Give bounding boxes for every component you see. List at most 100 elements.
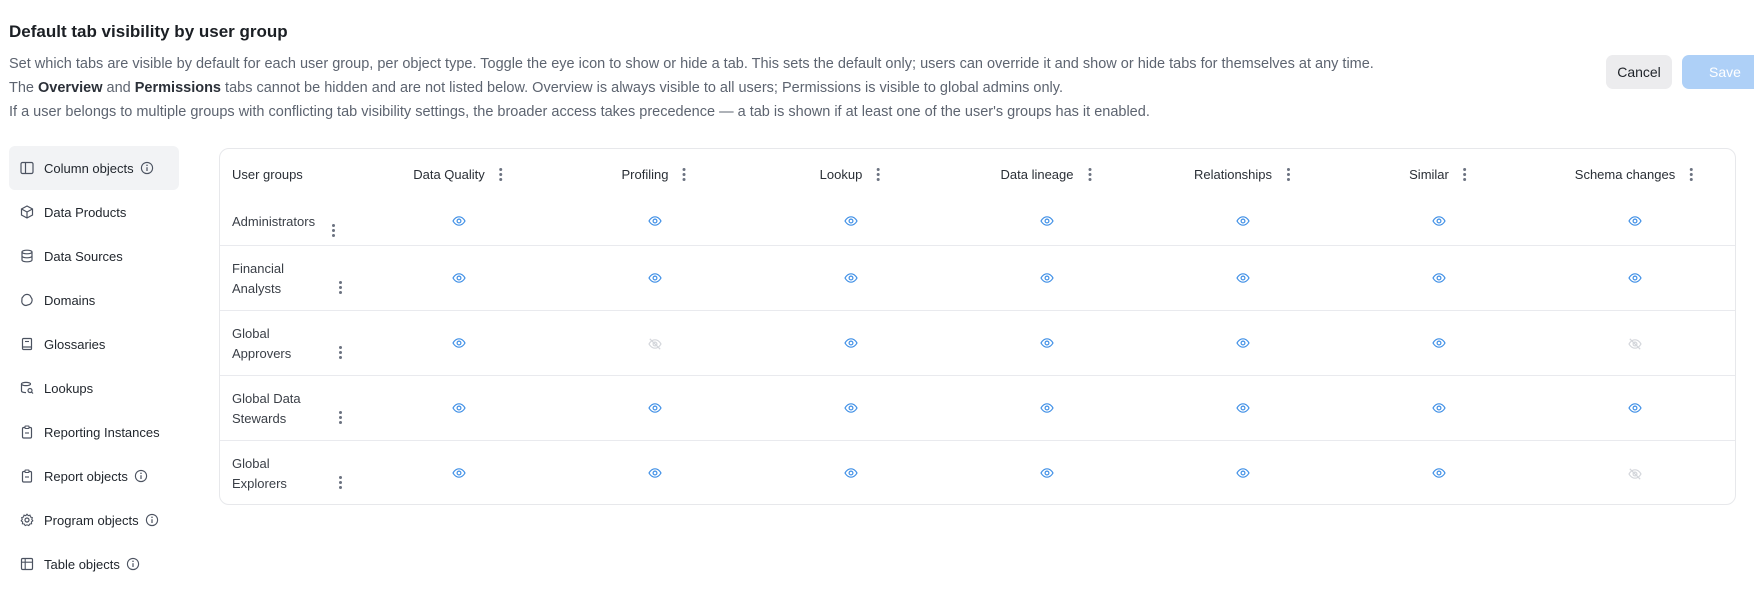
eye-icon[interactable] [1236,216,1252,228]
sidebar-item-data-products[interactable]: Data Products [9,190,179,234]
eye-icon[interactable] [1236,402,1252,415]
eye-icon[interactable] [1432,337,1448,350]
eye-icon[interactable] [452,402,468,415]
eye-off-icon[interactable] [648,337,664,350]
column-menu-button[interactable] [495,166,507,182]
eye-icon[interactable] [452,272,468,285]
column-header-schema-changes: Schema changes [1575,149,1697,199]
sidebar-item-glossaries[interactable]: Glossaries [9,322,179,366]
desc-text: tabs cannot be hidden and are not listed… [221,80,1063,96]
sidebar-item-label: Report objects [44,468,128,484]
eye-icon[interactable] [452,216,468,228]
column-header-label: Similar [1409,166,1449,182]
gear-icon [19,512,35,528]
group-menu-button[interactable] [327,223,339,239]
table-row: Global Explorers [220,440,1735,505]
package-icon [19,204,35,220]
clipboard-icon [19,468,35,484]
column-header-label: Data lineage [1000,166,1074,182]
group-name-line: Global [232,455,270,471]
eye-icon[interactable] [1040,402,1056,415]
group-menu-button[interactable] [334,279,346,295]
eye-icon[interactable] [1236,272,1252,285]
table-icon [19,556,35,572]
sidebar-item-report-objects[interactable]: Report objects [9,454,179,498]
column-menu-button[interactable] [678,166,690,182]
domain-icon [19,292,35,308]
eye-icon[interactable] [844,216,860,228]
eye-icon[interactable] [1040,272,1056,285]
eye-icon[interactable] [648,272,664,285]
group-menu-button[interactable] [334,344,346,360]
description-line-3: If a user belongs to multiple groups wit… [9,104,1150,120]
sidebar-item-column-objects[interactable]: Column objects [9,146,179,190]
eye-off-icon[interactable] [1628,337,1644,350]
group-name-line: Stewards [232,410,287,426]
group-menu-button[interactable] [334,409,346,425]
eye-icon[interactable] [1236,337,1252,350]
column-menu-button[interactable] [1685,166,1697,182]
info-icon[interactable] [140,161,154,175]
user-groups-header-label: User groups [232,166,303,182]
sidebar-item-domains[interactable]: Domains [9,278,179,322]
column-header-relationships: Relationships [1194,149,1294,199]
column-menu-button[interactable] [1282,166,1294,182]
group-name: Global Approvers [232,324,291,364]
column-header-label: Schema changes [1574,166,1676,182]
eye-icon[interactable] [1628,402,1644,415]
clipboard-icon [19,424,35,440]
group-name-line: Analysts [232,280,282,296]
eye-icon[interactable] [1628,216,1644,228]
eye-icon[interactable] [1040,216,1056,228]
save-button[interactable]: Save [1682,55,1754,89]
eye-icon[interactable] [1040,467,1056,480]
column-header-profiling: Profiling [622,149,691,199]
group-name-line: Explorers [232,475,287,491]
eye-icon[interactable] [1040,337,1056,350]
table-row: Administrators [220,199,1735,245]
table-row: Global Approvers [220,310,1735,375]
column-menu-button[interactable] [1084,166,1096,182]
column-header-data-quality: Data Quality [413,149,507,199]
eye-icon[interactable] [452,467,468,480]
column-header-data-lineage: Data lineage [1001,149,1096,199]
eye-icon[interactable] [844,272,860,285]
object-type-sidebar: Column objects Data Products Data Sources D… [9,146,179,586]
database-icon [19,248,35,264]
sidebar-item-lookups[interactable]: Lookups [9,366,179,410]
info-icon[interactable] [134,469,148,483]
group-menu-button[interactable] [334,474,346,490]
sidebar-item-data-sources[interactable]: Data Sources [9,234,179,278]
column-menu-button[interactable] [872,166,884,182]
eye-icon[interactable] [1236,467,1252,480]
eye-icon[interactable] [1432,402,1448,415]
eye-off-icon[interactable] [1628,467,1644,480]
eye-icon[interactable] [648,402,664,415]
eye-icon[interactable] [844,337,860,350]
column-menu-button[interactable] [1459,166,1471,182]
sidebar-item-table-objects[interactable]: Table objects [9,542,179,586]
overview-emphasis: Overview [38,80,103,96]
eye-icon[interactable] [1628,272,1644,285]
eye-icon[interactable] [648,467,664,480]
sidebar-item-label: Domains [44,292,96,308]
eye-icon[interactable] [648,216,664,228]
info-icon[interactable] [126,557,140,571]
sidebar-item-program-objects[interactable]: Program objects [9,498,179,542]
group-name: Global Explorers [232,454,287,494]
info-icon[interactable] [145,513,159,527]
group-name-line: Global Data [232,390,301,406]
sidebar-item-label: Lookups [44,380,94,396]
eye-icon[interactable] [1432,467,1448,480]
eye-icon[interactable] [844,467,860,480]
sidebar-item-label: Table objects [44,556,120,572]
sidebar-item-reporting-instances[interactable]: Reporting Instances [9,410,179,454]
eye-icon[interactable] [452,337,468,350]
eye-icon[interactable] [1432,272,1448,285]
table-header: User groups Data Quality Profiling Lookup D… [220,149,1735,199]
eye-icon[interactable] [844,402,860,415]
eye-icon[interactable] [1432,216,1448,228]
permissions-emphasis: Permissions [134,80,222,96]
cancel-button[interactable]: Cancel [1606,55,1672,89]
column-header-label: Data Quality [413,166,485,182]
